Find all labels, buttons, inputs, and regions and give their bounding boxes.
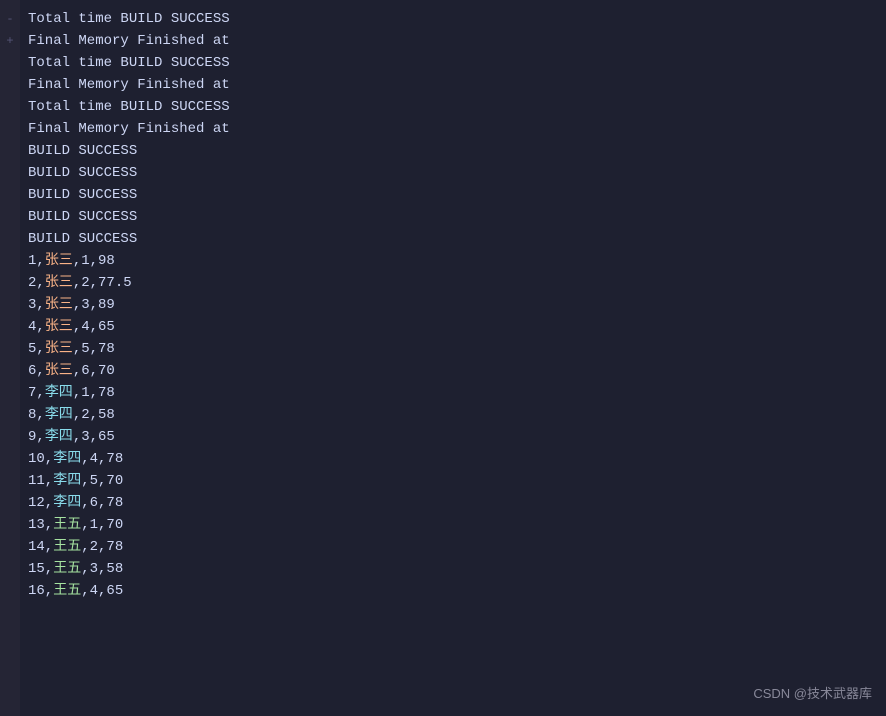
list-item: Total time BUILD SUCCESS [28, 52, 878, 74]
list-item: 8,李四,2,58 [28, 404, 878, 426]
terminal-window: - + Total time BUILD SUCCESS [0, 0, 886, 716]
list-item: 15,王五,3,58 [28, 558, 878, 580]
gutter-mark-1: - [2, 8, 18, 30]
gutter-mark-2: + [2, 30, 18, 52]
line-gutter: - + [0, 0, 20, 716]
list-item: Final Memory Finished at [28, 74, 878, 96]
list-item: 6,张三,6,70 [28, 360, 878, 382]
list-item: BUILD SUCCESS [28, 228, 878, 250]
list-item: 16,王五,4,65 [28, 580, 878, 602]
list-item: 2,张三,2,77.5 [28, 272, 878, 294]
watermark-label: CSDN @技术武器库 [753, 683, 872, 702]
list-item: 4,张三,4,65 [28, 316, 878, 338]
list-item: 7,李四,1,78 [28, 382, 878, 404]
list-item: BUILD SUCCESS [28, 184, 878, 206]
list-item: Total time BUILD SUCCESS [28, 96, 878, 118]
output-content: Total time BUILD SUCCESS Final Memory Fi… [20, 8, 886, 602]
list-item: 13,王五,1,70 [28, 514, 878, 536]
list-item: BUILD SUCCESS [28, 206, 878, 228]
list-item: 5,张三,5,78 [28, 338, 878, 360]
list-item: BUILD SUCCESS [28, 140, 878, 162]
list-item: 12,李四,6,78 [28, 492, 878, 514]
list-item: Final Memory Finished at [28, 30, 878, 52]
list-item: 11,李四,5,70 [28, 470, 878, 492]
list-item: Final Memory Finished at [28, 118, 878, 140]
list-item: 9,李四,3,65 [28, 426, 878, 448]
list-item: 3,张三,3,89 [28, 294, 878, 316]
list-item: 10,李四,4,78 [28, 448, 878, 470]
list-item: Total time BUILD SUCCESS [28, 8, 878, 30]
list-item: BUILD SUCCESS [28, 162, 878, 184]
list-item: 1,张三,1,98 [28, 250, 878, 272]
list-item: 14,王五,2,78 [28, 536, 878, 558]
